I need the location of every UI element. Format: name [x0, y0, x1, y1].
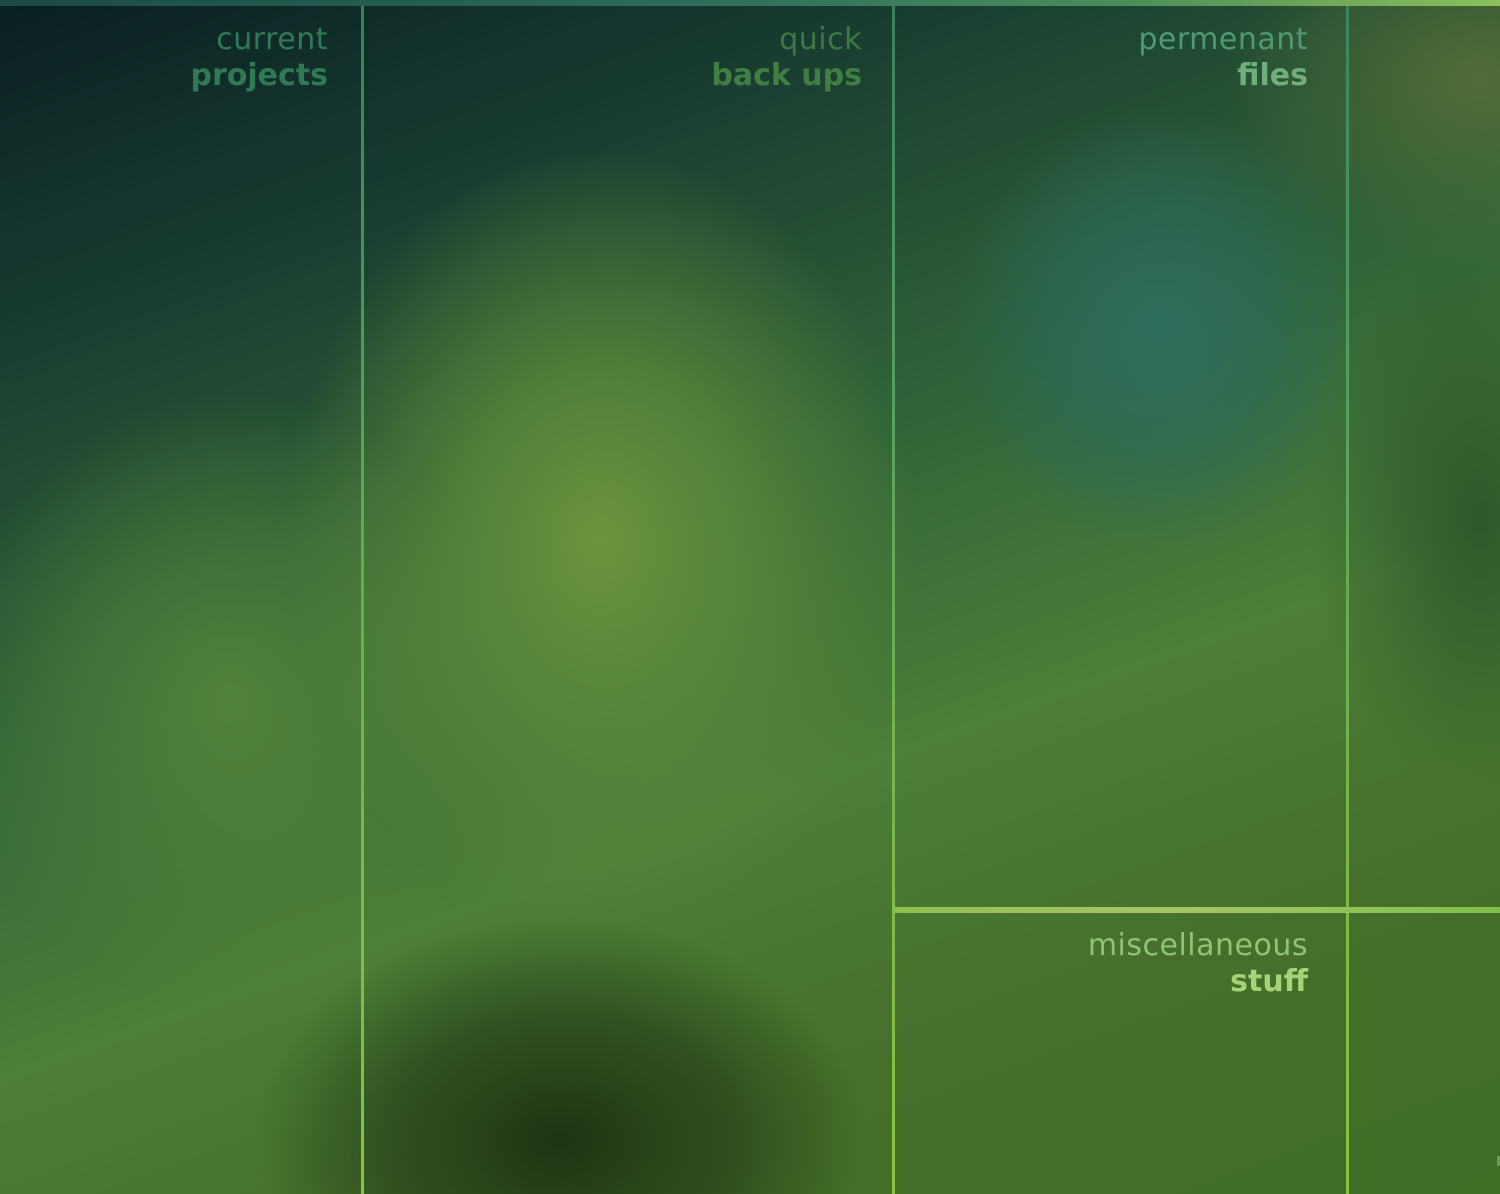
section-title-bold: files — [1237, 58, 1308, 93]
section-title-bold: projects — [190, 58, 329, 93]
section-title-light: quick — [779, 22, 862, 57]
section-label-current-projects: current projects — [191, 22, 329, 94]
section-title-light: permenant — [1138, 22, 1308, 57]
top-accent-bar — [0, 0, 1500, 6]
section-title-bold: back ups — [711, 58, 862, 93]
section-label-permanent-files: permenant files — [1138, 22, 1308, 94]
divider-backups-files — [892, 6, 895, 1194]
desktop-wallpaper — [0, 0, 1500, 1194]
divider-files-misc — [894, 907, 1500, 913]
section-title-light: miscellaneous — [1087, 928, 1308, 963]
section-title-light: current — [216, 22, 328, 57]
divider-files-right — [1346, 6, 1349, 1194]
divider-projects-backups — [361, 6, 364, 1194]
section-label-misc-stuff: miscellaneous stuff — [1088, 928, 1308, 1000]
section-label-quick-backups: quick back ups — [711, 22, 862, 94]
section-title-bold: stuff — [1230, 964, 1308, 999]
